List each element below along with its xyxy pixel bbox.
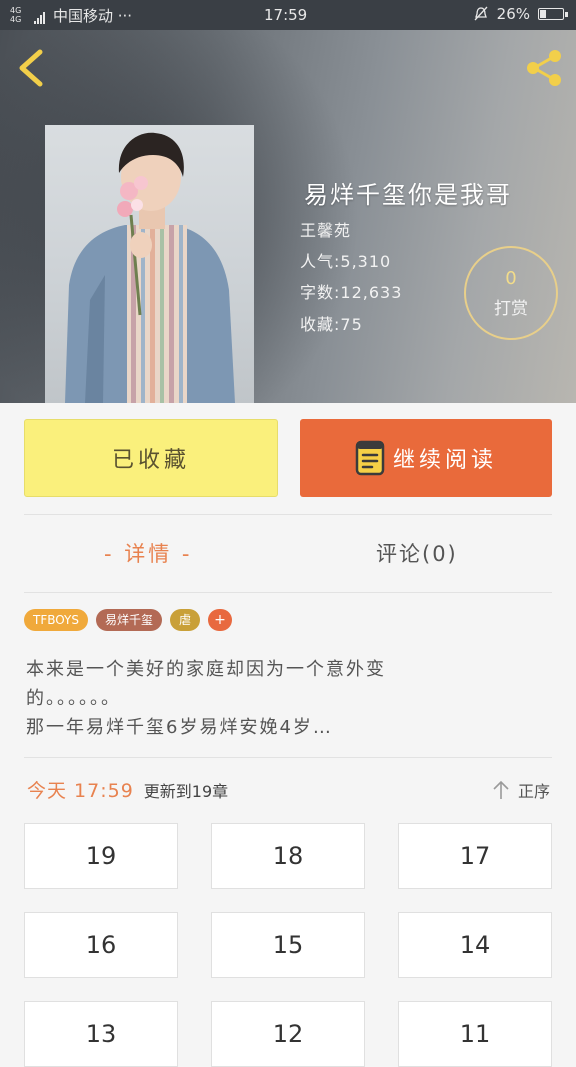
reward-button[interactable]: 0 打赏: [464, 246, 558, 340]
book-cover-image: [45, 125, 254, 403]
status-time: 17:59: [264, 6, 308, 24]
divider: [24, 592, 552, 593]
book-favorites: 收藏:75: [300, 315, 363, 334]
favorited-label: 已收藏: [111, 448, 190, 473]
update-info: 今天 17:59 更新到19章: [27, 776, 228, 803]
reward-count: 0: [505, 267, 517, 289]
chapter-button[interactable]: 18: [211, 823, 365, 889]
arrow-up-icon: [493, 780, 509, 799]
book-popularity: 人气:5,310: [300, 252, 392, 271]
update-text: 更新到19章: [143, 782, 229, 801]
summary-line: 本来是一个美好的家庭却因为一个意外变: [26, 659, 386, 680]
tag-chip[interactable]: 易烊千玺: [96, 609, 163, 631]
chapter-button[interactable]: 19: [24, 823, 178, 889]
summary-line: 那一年易烊千玺6岁易烊安娩4岁…: [26, 717, 333, 738]
share-button[interactable]: [522, 46, 566, 90]
divider: [24, 514, 552, 515]
chapter-button[interactable]: 11: [398, 1001, 552, 1067]
carrier-label: 中国移动 ···: [53, 6, 133, 25]
back-arrow-icon: [19, 49, 43, 87]
tag-chip[interactable]: 虐: [170, 609, 201, 631]
add-tag-button[interactable]: +: [208, 609, 233, 631]
tag-chip[interactable]: TFBOYS: [24, 609, 88, 631]
chapter-button[interactable]: 14: [398, 912, 552, 978]
status-bar: 4G 4G 中国移动 ··· 17:59 26%: [0, 0, 576, 30]
battery-percent: 26%: [496, 5, 530, 23]
share-icon: [527, 50, 561, 86]
signal-icon: 4G 4G: [10, 6, 45, 24]
update-time: 今天 17:59: [27, 780, 134, 802]
chapter-button[interactable]: 13: [24, 1001, 178, 1067]
book-summary[interactable]: 本来是一个美好的家庭却因为一个意外变 的。。。。。。 那一年易烊千玺6岁易烊安娩…: [26, 655, 496, 742]
mute-icon: [474, 6, 488, 21]
tab-detail[interactable]: - 详情 -: [104, 538, 193, 568]
book-icon: [355, 440, 385, 476]
tag-list: TFBOYS 易烊千玺虐 +: [24, 609, 233, 631]
tab-comments[interactable]: 评论(0): [376, 538, 458, 568]
battery-icon: [538, 8, 568, 20]
continue-reading-label: 继续阅读: [392, 448, 497, 473]
divider: [24, 757, 552, 758]
chapter-button[interactable]: 15: [211, 912, 365, 978]
summary-line: 的。。。。。。: [26, 688, 121, 709]
chapter-button[interactable]: 17: [398, 823, 552, 889]
favorited-button[interactable]: 已收藏: [24, 419, 278, 497]
back-button[interactable]: [16, 48, 48, 88]
continue-reading-button[interactable]: 继续阅读: [300, 419, 552, 497]
book-author: 王馨苑: [300, 221, 352, 240]
sort-order-button[interactable]: 正序: [492, 778, 550, 802]
sort-order-label: 正序: [517, 782, 550, 801]
book-word-count: 字数:12,633: [300, 283, 403, 302]
book-title: 易烊千玺你是我哥: [304, 181, 512, 209]
book-header: 易烊千玺你是我哥 王馨苑 人气:5,310 字数:12,633 收藏:75 0 …: [0, 30, 576, 403]
reward-label: 打赏: [494, 298, 528, 319]
chapter-button[interactable]: 12: [211, 1001, 365, 1067]
chapter-button[interactable]: 16: [24, 912, 178, 978]
